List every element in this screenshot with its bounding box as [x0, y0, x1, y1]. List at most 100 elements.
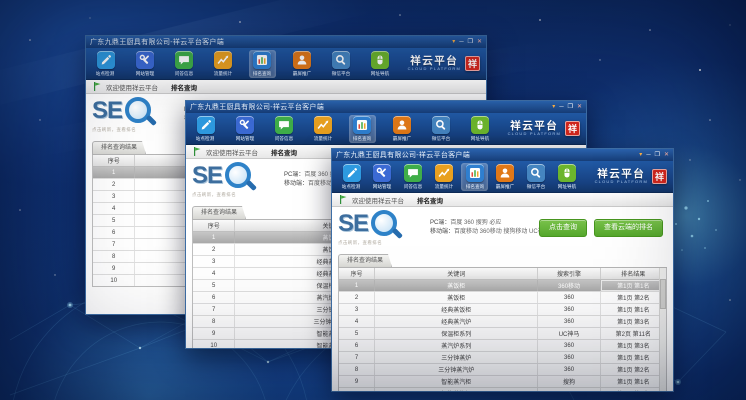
window-controls: ▾ ─ ❐ ✕: [552, 103, 582, 111]
close-button[interactable]: ✕: [577, 103, 582, 111]
toolbar-item-screen-promo[interactable]: 霸屏推广: [492, 163, 519, 191]
toolbar-item-wechat-platform[interactable]: 微信平台: [427, 115, 454, 143]
row-index-cell: 9: [193, 328, 235, 339]
brand-logo: 祥云平台 CLOUD PLATFORM 祥: [595, 169, 667, 185]
table-row[interactable]: 3经典蒸饭柜360第1页 第1名: [339, 304, 666, 316]
toolbar-item-label: 网址导航: [471, 135, 489, 141]
toolbar-item-site-manage[interactable]: 网站管理: [131, 50, 158, 78]
mobile-engines-label: 移动端：: [430, 229, 454, 235]
toolbar-item-site-check[interactable]: 站点检测: [92, 50, 119, 78]
toolbar-item-site-manage[interactable]: 网站管理: [369, 163, 396, 191]
seo-logo-text: SE: [92, 97, 122, 124]
toolbar-item-site-manage[interactable]: 网站管理: [231, 115, 258, 143]
app-window-3: 广东九鼎王厨具有限公司-祥云平台客户端 ▾─❐✕ 站点检测网站管理问答信息流量统…: [331, 148, 674, 392]
table-row[interactable]: 6蒸汽炉系列360第1页 第3名: [339, 340, 666, 352]
minimize-button[interactable]: ─: [459, 38, 463, 46]
table-row[interactable]: 7三分钟蒸炉360第1页 第1名: [339, 352, 666, 364]
rank-cell: 第1页 第2名: [601, 292, 666, 303]
minimize-button[interactable]: ─: [646, 151, 650, 159]
rank-cell: 第1页 第2名: [601, 364, 666, 375]
table-row[interactable]: 9智能蒸汽柜搜狗第1页 第1名: [339, 376, 666, 388]
toolbar-item-rank-query[interactable]: 排名查询: [349, 115, 376, 143]
engine-cell: 360: [538, 316, 600, 327]
toolbar-item-traffic-stats[interactable]: 流量统计: [210, 50, 237, 78]
toolbar-item-label: 问答信息: [404, 183, 422, 189]
title-bar[interactable]: 广东九鼎王厨具有限公司-祥云平台客户端 ▾ ─ ❐ ✕: [186, 101, 586, 113]
toolbar-item-wechat-platform[interactable]: 微信平台: [327, 50, 354, 78]
rank-cell: 第1页 第2名: [601, 388, 666, 392]
rank-cell: 第1页 第3名: [601, 316, 666, 327]
brand-logo: 祥云平台 CLOUD PLATFORM 祥: [408, 56, 480, 72]
keyword-cell: 智能蒸汽柜: [375, 376, 539, 387]
chat-icon: [404, 164, 422, 182]
toolbar-item-rank-query[interactable]: 排名查询: [249, 50, 276, 78]
maximize-button[interactable]: ❐: [468, 38, 473, 46]
seo-logo-text: SE: [338, 210, 368, 237]
toolbar-item-label: 问答信息: [275, 135, 293, 141]
table-row[interactable]: 1蒸饭柜360移动第1页 第1名: [339, 280, 666, 292]
title-bar[interactable]: 广东九鼎王厨具有限公司-祥云平台客户端 ▾ ─ ❐ ✕: [86, 36, 486, 48]
brand-name: 祥云平台: [410, 56, 458, 67]
table-row[interactable]: 8三分钟蒸汽炉360第1页 第2名: [339, 364, 666, 376]
magnifier-handle-icon: [392, 228, 403, 239]
query-button[interactable]: 点击查询: [539, 219, 587, 237]
toolbar-item-traffic-stats[interactable]: 流量统计: [430, 163, 457, 191]
table-scrollbar[interactable]: [659, 268, 666, 392]
row-index-cell: 6: [193, 292, 235, 303]
close-button[interactable]: ✕: [477, 38, 482, 46]
keyword-cell: 保温柜系列: [375, 328, 539, 339]
table-row[interactable]: 10智能蒸汽柜360第1页 第2名: [339, 388, 666, 392]
toolbar-item-screen-promo[interactable]: 霸屏推广: [288, 50, 315, 78]
row-index-cell: 3: [93, 191, 135, 202]
toolbar-item-url-nav[interactable]: 网址导航: [467, 115, 494, 143]
mouse-icon: [371, 51, 389, 69]
toolbar-item-qa-info[interactable]: 问答信息: [170, 50, 197, 78]
toolbar-item-qa-info[interactable]: 问答信息: [400, 163, 427, 191]
person-icon: [496, 164, 514, 182]
tab-strip: 排名查询结果: [338, 254, 667, 268]
brand-subtitle: CLOUD PLATFORM: [595, 180, 648, 184]
column-header: 序号: [193, 220, 235, 231]
window-title: 广东九鼎王厨具有限公司-祥云平台客户端: [190, 102, 552, 112]
table-row[interactable]: 2蒸饭柜360第1页 第2名: [339, 292, 666, 304]
window-title: 广东九鼎王厨具有限公司-祥云平台客户端: [90, 37, 452, 47]
toolbar-item-site-check[interactable]: 站点检测: [338, 163, 365, 191]
toolbar-item-url-nav[interactable]: 网址导航: [367, 50, 394, 78]
tab-rank-results[interactable]: 排名查询结果: [92, 141, 146, 154]
maximize-button[interactable]: ❐: [655, 151, 660, 159]
table-row[interactable]: 5保温柜系列UC神马第2页 第11名: [339, 328, 666, 340]
seo-caption: 点击刷新，查看排名: [92, 127, 178, 133]
tab-rank-results[interactable]: 排名查询结果: [338, 254, 392, 267]
toolbar-item-qa-info[interactable]: 问答信息: [270, 115, 297, 143]
row-index-cell: 1: [193, 232, 235, 243]
toolbar-item-label: 排名查询: [465, 183, 483, 189]
scrollbar-thumb[interactable]: [660, 279, 666, 309]
title-bar[interactable]: 广东九鼎王厨具有限公司-祥云平台客户端 ▾─❐✕: [332, 149, 673, 161]
keyword-cell: 三分钟蒸汽炉: [375, 364, 539, 375]
maximize-button[interactable]: ❐: [568, 103, 573, 111]
close-button[interactable]: ✕: [664, 151, 669, 159]
toolbar-item-traffic-stats[interactable]: 流量统计: [310, 115, 337, 143]
chart-line-icon: [435, 164, 453, 182]
row-index-cell: 5: [93, 215, 135, 226]
toolbar-item-url-nav[interactable]: 网址导航: [554, 163, 581, 191]
wrench-icon: [236, 116, 254, 134]
skin-button[interactable]: ▾: [452, 38, 455, 46]
flag-icon: [93, 82, 101, 91]
person-icon: [393, 116, 411, 134]
skin-button[interactable]: ▾: [552, 103, 555, 111]
skin-button[interactable]: ▾: [639, 151, 642, 159]
wrench-icon: [373, 164, 391, 182]
cloud-rank-button[interactable]: 查看云端的排名: [594, 219, 663, 237]
toolbar-item-rank-query[interactable]: 排名查询: [461, 163, 488, 191]
toolbar-item-wechat-platform[interactable]: 微信平台: [523, 163, 550, 191]
minimize-button[interactable]: ─: [559, 103, 563, 111]
content-area: SE 点击刷新，查看排名 PC端：百度 360 搜狗 必应 移动端：百度移动 3…: [332, 207, 673, 391]
table-row[interactable]: 4经典蒸汽炉360第1页 第3名: [339, 316, 666, 328]
row-index-cell: 6: [93, 227, 135, 238]
toolbar-item-screen-promo[interactable]: 霸屏推广: [388, 115, 415, 143]
tab-rank-results[interactable]: 排名查询结果: [192, 206, 246, 219]
toolbar-item-label: 网站管理: [136, 70, 154, 76]
toolbar-item-site-check[interactable]: 站点检测: [192, 115, 219, 143]
toolbar-items: 站点检测网站管理问答信息 流量统计排名查询霸屏推广微信平台网址导航: [192, 115, 494, 143]
